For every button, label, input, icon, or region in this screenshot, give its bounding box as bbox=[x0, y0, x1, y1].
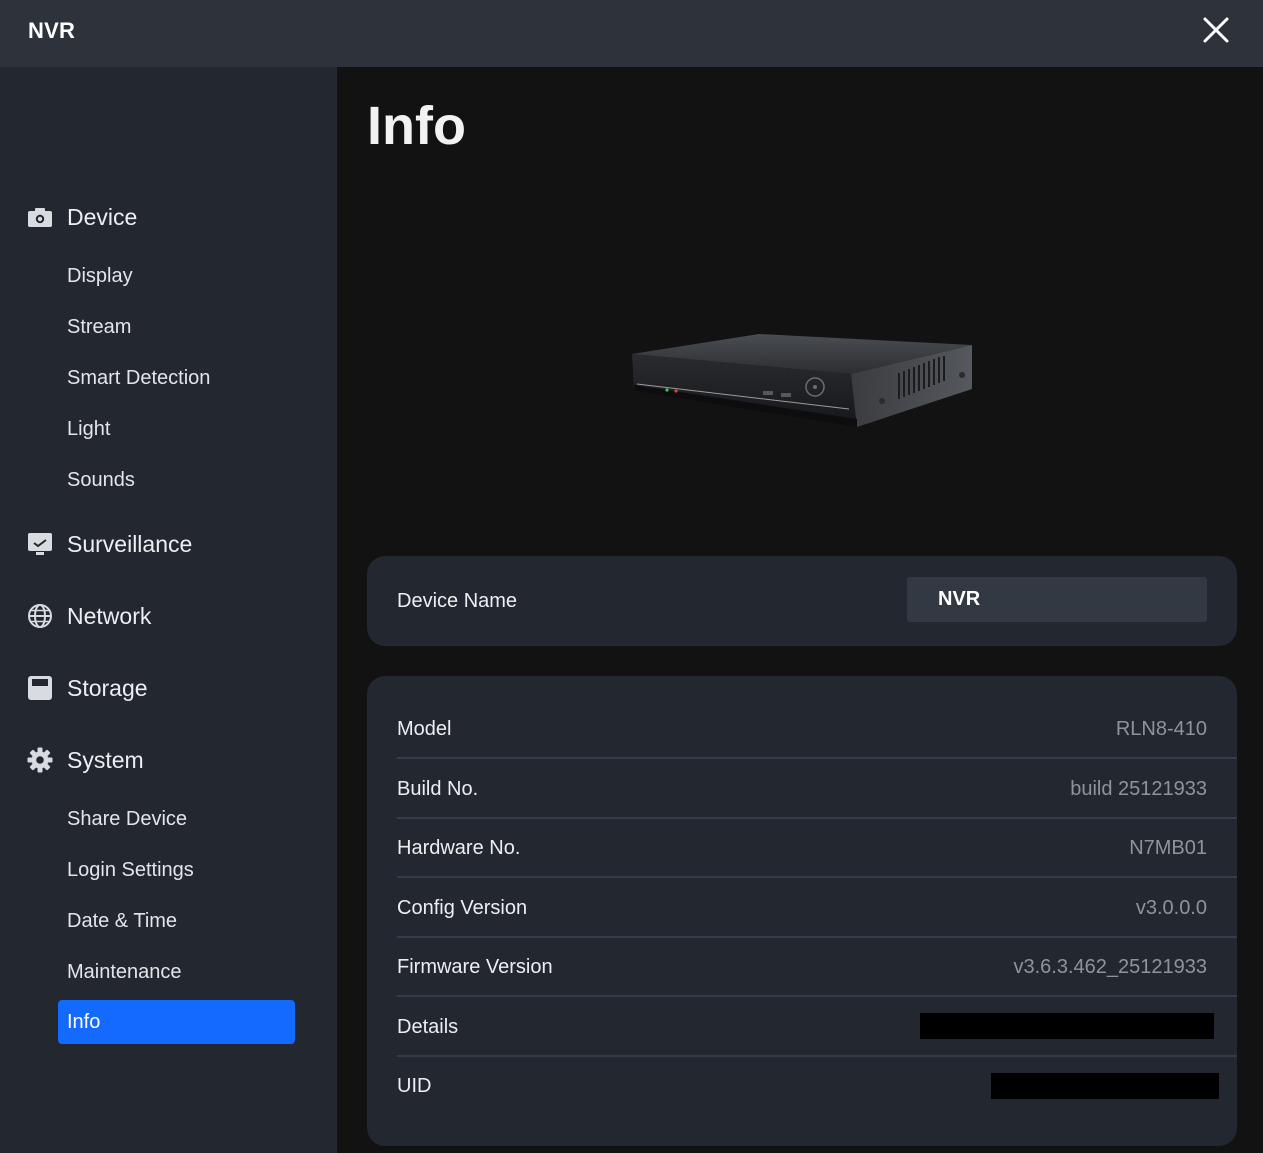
globe-icon bbox=[26, 602, 54, 630]
info-row-firmware-version: Firmware Version v3.6.3.462_25121933 bbox=[397, 938, 1237, 997]
sidebar-section-label: Storage bbox=[67, 674, 148, 701]
info-label: Model bbox=[397, 718, 452, 740]
sidebar-section-system[interactable]: System bbox=[0, 740, 337, 780]
sidebar-section-device[interactable]: Device bbox=[0, 197, 337, 237]
info-value: v3.0.0.0 bbox=[1135, 897, 1207, 919]
redacted-value bbox=[920, 1013, 1214, 1039]
info-row-model: Model RLN8-410 bbox=[397, 700, 1237, 759]
device-name-field[interactable]: NVR bbox=[907, 577, 1207, 622]
sidebar-item-maintenance[interactable]: Maintenance bbox=[58, 950, 295, 994]
gear-icon bbox=[26, 746, 54, 774]
device-info-card: Model RLN8-410 Build No. build 25121933 … bbox=[367, 676, 1237, 1146]
info-label: Build No. bbox=[397, 778, 479, 800]
info-row-uid: UID bbox=[397, 1057, 1237, 1116]
main-content: Info Device Name NVR Model RLN8-410 Buil… bbox=[337, 67, 1263, 1153]
sidebar-item-login-settings[interactable]: Login Settings bbox=[58, 848, 295, 892]
info-row-config-version: Config Version v3.0.0.0 bbox=[397, 879, 1237, 938]
app-title: NVR bbox=[28, 18, 76, 43]
info-label: Details bbox=[397, 1016, 459, 1038]
sidebar-section-storage[interactable]: Storage bbox=[0, 668, 337, 708]
close-icon bbox=[1203, 17, 1229, 43]
storage-icon bbox=[26, 674, 54, 702]
info-value: build 25121933 bbox=[1070, 778, 1207, 800]
monitor-icon bbox=[26, 530, 54, 558]
info-row-build-no: Build No. build 25121933 bbox=[397, 760, 1237, 819]
sidebar: Device Display Stream Smart Detection Li… bbox=[0, 67, 337, 1153]
sidebar-section-label: Network bbox=[67, 602, 152, 629]
sidebar-item-info[interactable]: Info bbox=[58, 1000, 295, 1044]
info-label: Firmware Version bbox=[397, 956, 553, 978]
info-value: N7MB01 bbox=[1129, 837, 1207, 859]
close-button[interactable] bbox=[1198, 12, 1234, 48]
info-row-hardware-no: Hardware No. N7MB01 bbox=[397, 819, 1237, 878]
title-bar: NVR bbox=[0, 0, 1263, 67]
sidebar-item-smart-detection[interactable]: Smart Detection bbox=[58, 356, 295, 400]
info-label: UID bbox=[397, 1075, 432, 1097]
info-label: Config Version bbox=[397, 897, 528, 919]
sidebar-section-label: Surveillance bbox=[67, 530, 193, 557]
page-title: Info bbox=[367, 96, 466, 156]
info-value: v3.6.3.462_25121933 bbox=[1013, 956, 1207, 978]
sidebar-item-light[interactable]: Light bbox=[58, 407, 295, 451]
info-row-details: Details bbox=[397, 998, 1237, 1057]
sidebar-section-surveillance[interactable]: Surveillance bbox=[0, 524, 337, 564]
nvr-device-image bbox=[632, 334, 972, 427]
sidebar-item-share-device[interactable]: Share Device bbox=[58, 797, 295, 841]
info-value: RLN8-410 bbox=[1115, 718, 1207, 740]
sidebar-section-label: Device bbox=[67, 203, 138, 230]
sidebar-section-network[interactable]: Network bbox=[0, 596, 337, 636]
device-name-card: Device Name NVR bbox=[367, 556, 1237, 646]
device-name-label: Device Name bbox=[397, 590, 518, 612]
sidebar-section-label: System bbox=[67, 746, 144, 773]
sidebar-item-date-time[interactable]: Date & Time bbox=[58, 899, 295, 943]
camera-icon bbox=[26, 203, 54, 231]
sidebar-item-display[interactable]: Display bbox=[58, 254, 295, 298]
redacted-value bbox=[991, 1073, 1219, 1099]
sidebar-item-stream[interactable]: Stream bbox=[58, 305, 295, 349]
sidebar-item-sounds[interactable]: Sounds bbox=[58, 458, 295, 502]
info-label: Hardware No. bbox=[397, 837, 521, 859]
